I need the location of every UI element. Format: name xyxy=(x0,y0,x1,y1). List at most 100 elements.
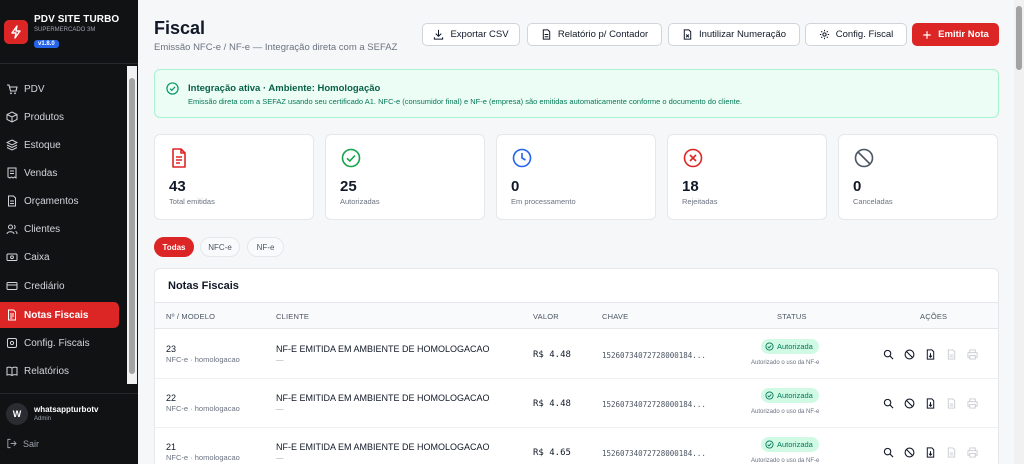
check-circle-icon xyxy=(765,391,774,400)
box-icon xyxy=(6,111,18,123)
logout-icon xyxy=(7,438,17,449)
sidebar-item-orcamentos[interactable]: Orçamentos xyxy=(0,188,119,214)
download-xml-icon[interactable] xyxy=(925,446,946,458)
sidebar-item-vendas[interactable]: Vendas xyxy=(0,160,119,186)
stack-icon xyxy=(6,139,18,151)
card-title: Notas Fiscais xyxy=(168,280,239,292)
table-header: Nº / MODELO CLIENTE VALOR CHAVE STATUS A… xyxy=(155,302,998,329)
sidebar-item-produtos[interactable]: Produtos xyxy=(0,104,119,130)
file-text-icon xyxy=(172,148,186,168)
user-profile[interactable]: W whatsappturbotv Admin xyxy=(0,393,138,433)
sidebar-item-notas-fiscais[interactable]: Notas Fiscais xyxy=(0,302,119,328)
card-icon xyxy=(6,282,18,290)
alert-text: Emissão direta com a SEFAZ usando seu ce… xyxy=(188,97,742,106)
download-xml-icon[interactable] xyxy=(925,397,946,409)
table-row[interactable]: 21 NFC-e · homologacao NF-E EMITIDA EM A… xyxy=(155,428,998,464)
cancel-icon[interactable] xyxy=(904,397,925,409)
cart-icon xyxy=(7,84,18,95)
page-scrollbar-thumb[interactable] xyxy=(1016,6,1022,70)
version-badge: v1.8.0 xyxy=(34,40,59,48)
stat-authorized: 25 Autorizadas xyxy=(325,134,485,220)
fiscal-config-button[interactable]: Config. Fiscal xyxy=(805,23,907,46)
sidebar-item-relatorios[interactable]: Relatórios xyxy=(0,358,119,384)
stat-label: Em processamento xyxy=(511,197,576,206)
filter-todas[interactable]: Todas xyxy=(154,237,194,257)
check-circle-icon xyxy=(765,342,774,351)
column-header[interactable]: VALOR xyxy=(533,312,559,321)
sidebar-item-crediario[interactable]: Crediário xyxy=(0,273,119,299)
disable-numbering-label: Inutilizar Numeração xyxy=(698,29,787,40)
status-badge: Autorizada xyxy=(761,388,819,403)
avatar: W xyxy=(6,403,28,425)
check-circle-icon xyxy=(765,440,774,449)
view-icon[interactable] xyxy=(883,348,904,360)
pdf-icon xyxy=(946,397,967,409)
stat-processing: 0 Em processamento xyxy=(496,134,656,220)
document-icon xyxy=(542,29,551,40)
column-header[interactable]: CHAVE xyxy=(602,312,628,321)
client-doc: — xyxy=(276,355,284,364)
client-name: NF-E EMITIDA EM AMBIENTE DE HOMOLOGACAO xyxy=(276,442,490,452)
brand-subtitle: SUPERMERCADO 3M xyxy=(34,27,96,33)
status-message: Autorizado o uso da NF-e xyxy=(751,409,820,415)
accountant-report-button[interactable]: Relatório p/ Contador xyxy=(527,23,662,46)
invoice-number: 23 xyxy=(166,344,177,354)
emit-invoice-button[interactable]: Emitir Nota xyxy=(912,23,999,46)
status-label: Autorizada xyxy=(777,440,813,449)
invoice-model: NFC-e · homologacao xyxy=(166,453,240,462)
print-icon xyxy=(967,446,988,458)
accountant-report-label: Relatório p/ Contador xyxy=(557,29,649,40)
invoice-number: 22 xyxy=(166,393,177,403)
client-doc: — xyxy=(276,453,284,462)
emit-invoice-label: Emitir Nota xyxy=(938,29,989,40)
column-header[interactable]: STATUS xyxy=(777,312,807,321)
client-doc: — xyxy=(276,404,284,413)
disable-numbering-button[interactable]: Inutilizar Numeração xyxy=(668,23,800,46)
status-badge: Autorizada xyxy=(761,437,819,452)
view-icon[interactable] xyxy=(883,446,904,458)
filter-nfe[interactable]: NF-e xyxy=(247,237,284,257)
check-circle-icon xyxy=(341,148,361,168)
cash-icon xyxy=(6,253,18,261)
download-icon xyxy=(434,29,444,40)
cancel-icon[interactable] xyxy=(904,348,925,360)
pdf-icon xyxy=(946,446,967,458)
client-name: NF-E EMITIDA EM AMBIENTE DE HOMOLOGACAO xyxy=(276,393,490,403)
invoice-model: NFC-e · homologacao xyxy=(166,404,240,413)
status-label: Autorizada xyxy=(777,391,813,400)
column-header[interactable]: CLIENTE xyxy=(276,312,309,321)
sidebar-item-caixa[interactable]: Caixa xyxy=(0,244,119,270)
brand-header: PDV SITE TURBO SUPERMERCADO 3M v1.8.0 xyxy=(0,0,138,64)
sidebar-item-label: Produtos xyxy=(24,111,65,123)
row-actions xyxy=(883,397,988,409)
file-x-icon xyxy=(683,29,692,40)
sidebar-item-label: Vendas xyxy=(24,167,58,179)
stat-label: Autorizadas xyxy=(340,197,380,206)
column-header[interactable]: Nº / MODELO xyxy=(166,312,215,321)
invoice-key: 15260734072728000184... xyxy=(602,449,706,458)
view-icon[interactable] xyxy=(883,397,904,409)
fiscal-config-label: Config. Fiscal xyxy=(835,29,894,40)
stat-label: Rejeitadas xyxy=(682,197,718,206)
logout-button[interactable]: Sair xyxy=(6,438,39,449)
print-icon xyxy=(967,397,988,409)
export-csv-button[interactable]: Exportar CSV xyxy=(422,23,520,46)
alert-title: Integração ativa · Ambiente: Homologação xyxy=(188,83,381,94)
sidebar-item-clientes[interactable]: Clientes xyxy=(0,216,119,242)
integration-alert: Integração ativa · Ambiente: Homologação… xyxy=(154,69,999,118)
sidebar-item-config-fiscais[interactable]: Config. Fiscais xyxy=(0,330,119,356)
sidebar-scrollbar-thumb[interactable] xyxy=(129,78,135,374)
sidebar-item-estoque[interactable]: Estoque xyxy=(0,132,119,158)
invoice-value: R$ 4.48 xyxy=(533,350,571,360)
sidebar: PDV SITE TURBO SUPERMERCADO 3M v1.8.0 PD… xyxy=(0,0,138,464)
clock-icon xyxy=(512,148,532,168)
sidebar-item-pdv[interactable]: PDV xyxy=(0,76,119,102)
sidebar-item-label: Relatórios xyxy=(24,365,70,377)
cancel-icon[interactable] xyxy=(904,446,925,458)
table-row[interactable]: 23 NFC-e · homologacao NF-E EMITIDA EM A… xyxy=(155,330,998,379)
row-actions xyxy=(883,348,988,360)
stat-cancelled: 0 Canceladas xyxy=(838,134,998,220)
download-xml-icon[interactable] xyxy=(925,348,946,360)
table-row[interactable]: 22 NFC-e · homologacao NF-E EMITIDA EM A… xyxy=(155,379,998,428)
filter-nfce[interactable]: NFC-e xyxy=(200,237,240,257)
